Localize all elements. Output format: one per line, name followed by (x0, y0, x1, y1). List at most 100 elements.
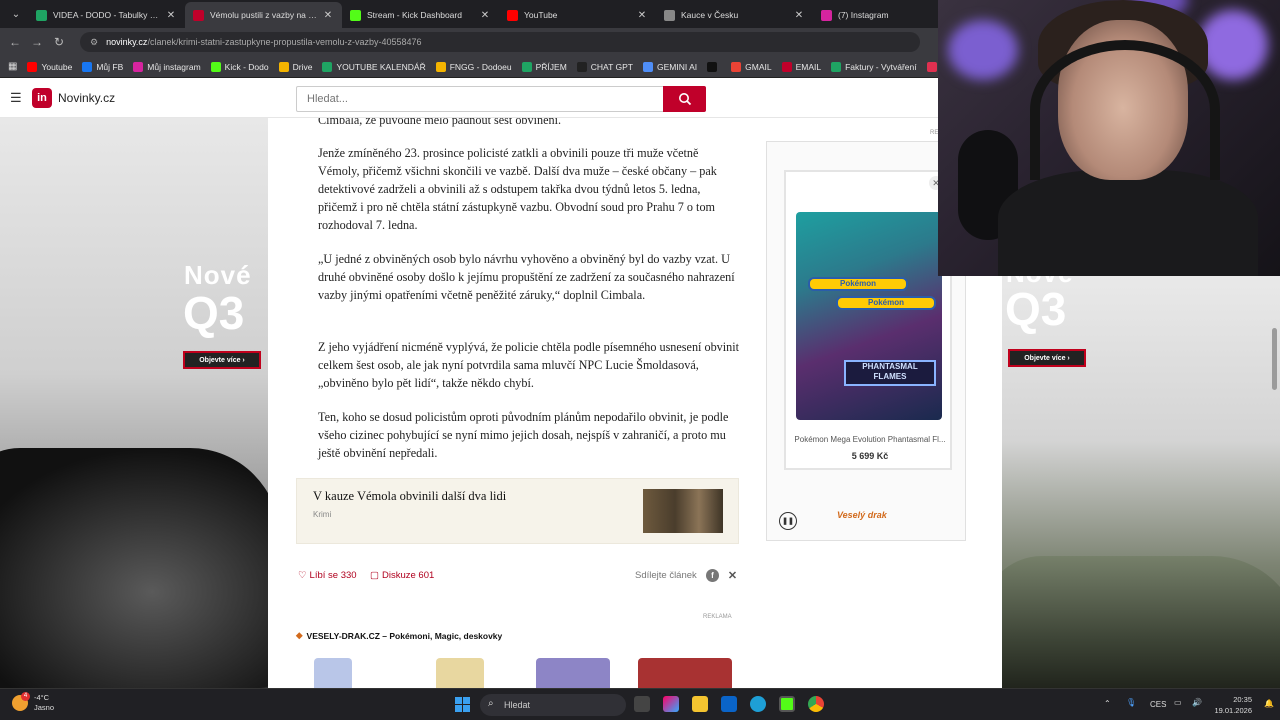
forward-arrow-icon[interactable]: → (26, 35, 48, 49)
chrome-icon[interactable] (808, 696, 824, 712)
pause-icon[interactable]: ❚❚ (779, 512, 797, 530)
bookmark-favicon (831, 61, 842, 72)
bookmark-item[interactable]: YOUTUBE KALENDÁŘ (322, 61, 426, 72)
related-article-card[interactable]: V kauze Vémola obvinili další dva lidi K… (296, 478, 739, 544)
close-tab-icon[interactable]: ✕ (165, 10, 177, 21)
bookmark-item[interactable]: Drive (278, 61, 312, 72)
windows-start-icon[interactable] (455, 697, 470, 712)
box-logo: Pokémon (808, 277, 908, 291)
microphone-icon[interactable]: 🎙 (1126, 698, 1136, 707)
clock-time: 20:35 (1233, 695, 1252, 704)
facebook-share-icon[interactable]: f (706, 569, 719, 582)
browser-tab[interactable]: Stream - Kick Dashboard ✕ (342, 2, 499, 28)
outlook-icon[interactable] (721, 696, 737, 712)
article-paragraph: Jenže zmíněného 23. prosince policisté z… (318, 146, 717, 232)
bookmark-favicon (435, 61, 446, 72)
reload-icon[interactable]: ↻ (48, 35, 70, 49)
related-article-title[interactable]: V kauze Vémola obvinili další dva lidi (313, 489, 506, 504)
bookmark-favicon (731, 61, 742, 72)
product-name[interactable]: Pokémon Mega Evolution Phantasmal Fl... (786, 435, 954, 444)
bookmark-item[interactable]: GEMINI AI (642, 61, 697, 72)
close-tab-icon[interactable]: ✕ (636, 10, 648, 21)
copilot-icon[interactable] (663, 696, 679, 712)
search-button[interactable] (663, 86, 706, 112)
box-logo: Pokémon (836, 296, 936, 310)
apps-grid-icon[interactable]: ▦ (8, 61, 17, 73)
browser-tab[interactable]: Kauce v Česku ✕ (656, 2, 813, 28)
browser-tab[interactable]: VIDEA - DODO - Tabulky Googl ✕ (28, 2, 185, 28)
task-view-icon[interactable] (634, 696, 650, 712)
site-search-input[interactable] (296, 86, 664, 112)
url-path: /clanek/krimi-statni-zastupkyne-propusti… (147, 37, 422, 47)
ad-cta-button[interactable]: Objevte více › (1008, 349, 1086, 367)
bookmark-item[interactable]: Kick - Dodo (210, 61, 269, 72)
webcam-overlay (938, 0, 1280, 276)
bookmark-label: Faktury - Vytváření (845, 61, 917, 72)
edge-icon[interactable] (750, 696, 766, 712)
like-button[interactable]: ♡ Líbí se 330 (298, 570, 357, 581)
bookmark-label: GMAIL (745, 61, 772, 72)
ad-cta-button[interactable]: Objevte více › (183, 351, 261, 369)
bookmark-favicon (278, 61, 289, 72)
close-tab-icon[interactable]: ✕ (322, 10, 334, 21)
left-car-ad[interactable]: Nové Q3 Objevte více › (0, 118, 268, 688)
bookmark-favicon (210, 61, 221, 72)
bookmark-favicon (642, 61, 653, 72)
product-ad-box[interactable]: Pokémon Pokémon PHANTASMAL FLAMES Pokémo… (766, 141, 966, 541)
bookmark-list: Youtube Můj FB Můj instagram Kick - Dodo Dri… (17, 61, 968, 72)
comment-icon: ▢ (370, 570, 379, 581)
bookmark-item[interactable]: Můj FB (82, 61, 123, 72)
keyboard-language[interactable]: CES (1150, 700, 1166, 709)
taskbar-search[interactable]: ⌕ Hledat (480, 694, 626, 716)
related-article-thumbnail[interactable] (643, 489, 723, 533)
bookmark-item[interactable]: Můj instagram (133, 61, 201, 72)
site-logo-text[interactable]: Novinky.cz (58, 91, 115, 105)
close-tab-icon[interactable]: ✕ (793, 10, 805, 21)
back-arrow-icon[interactable]: ← (4, 35, 26, 49)
bookmark-item[interactable]: EMAIL (781, 61, 821, 72)
bookmark-label: PŘÍJEM (535, 61, 567, 72)
shop-product-image[interactable] (536, 658, 610, 688)
article-paragraph: Z jeho vyjádření nicméně vyplývá, že pol… (318, 340, 740, 390)
browser-tab[interactable]: YouTube ✕ (499, 2, 656, 28)
bookmark-item[interactable]: CHAT GPT (576, 61, 633, 72)
bookmark-item[interactable]: PŘÍJEM (521, 61, 567, 72)
bookmark-item[interactable] (707, 61, 721, 72)
hamburger-menu-icon[interactable]: ☰ (10, 90, 22, 106)
x-share-icon[interactable]: ✕ (726, 569, 739, 582)
shop-product-image[interactable] (314, 658, 352, 688)
system-clock[interactable]: 20:35 19.01.2026 (1200, 694, 1252, 716)
weather-widget[interactable]: 4 -4°C Jasno (12, 692, 54, 713)
right-car-ad[interactable]: Nové Q3 Objevte více › (1002, 276, 1280, 688)
notification-bell-icon[interactable]: 🔔 (1264, 699, 1274, 708)
novinky-icon (193, 9, 204, 21)
bookmark-favicon (926, 61, 937, 72)
novinky-logo-icon[interactable]: in (32, 87, 52, 108)
tab-title: Vémolu pustili z vazby na kauc (210, 10, 318, 20)
shop-advert-title[interactable]: ◆ VESELY-DRAK.CZ – Pokémoni, Magic, desko… (296, 630, 502, 641)
bookmark-item[interactable]: FNGG - Dodoeu (435, 61, 512, 72)
discussion-button[interactable]: ▢ Diskuze 601 (370, 570, 434, 581)
bookmark-item[interactable]: GMAIL (731, 61, 772, 72)
bookmark-item[interactable]: Faktury - Vytváření (831, 61, 917, 72)
url-field[interactable]: ⚙ novinky.cz/clanek/krimi-statni-zastupk… (80, 32, 920, 52)
close-tab-icon[interactable]: ✕ (479, 10, 491, 21)
network-icon[interactable]: ▭ (1174, 698, 1182, 707)
shop-product-image[interactable] (436, 658, 484, 688)
bookmark-favicon (521, 61, 532, 72)
tray-chevron-icon[interactable]: ⌃ (1104, 699, 1111, 708)
address-bar-row: ← → ↻ ⚙ novinky.cz/clanek/krimi-statni-z… (0, 28, 940, 56)
shop-product-image[interactable] (638, 658, 732, 688)
clock-date: 19.01.2026 (1214, 706, 1252, 715)
tab-search-chevron-icon[interactable]: ⌄ (4, 4, 28, 24)
page-scrollbar[interactable] (1272, 328, 1277, 390)
browser-tab[interactable]: Vémolu pustili z vazby na kauc ✕ (185, 2, 342, 28)
notification-badge: 4 (21, 692, 30, 701)
site-info-icon[interactable]: ⚙ (90, 37, 98, 48)
bookmark-item[interactable]: Youtube (27, 61, 72, 72)
vesely-drak-logo[interactable]: Veselý drak (837, 510, 887, 520)
product-card[interactable]: Pokémon Pokémon PHANTASMAL FLAMES Pokémo… (784, 170, 952, 470)
kick-app-icon[interactable] (779, 696, 795, 712)
file-explorer-icon[interactable] (692, 696, 708, 712)
tab-strip: VIDEA - DODO - Tabulky Googl ✕ Vémolu pust… (28, 0, 970, 28)
